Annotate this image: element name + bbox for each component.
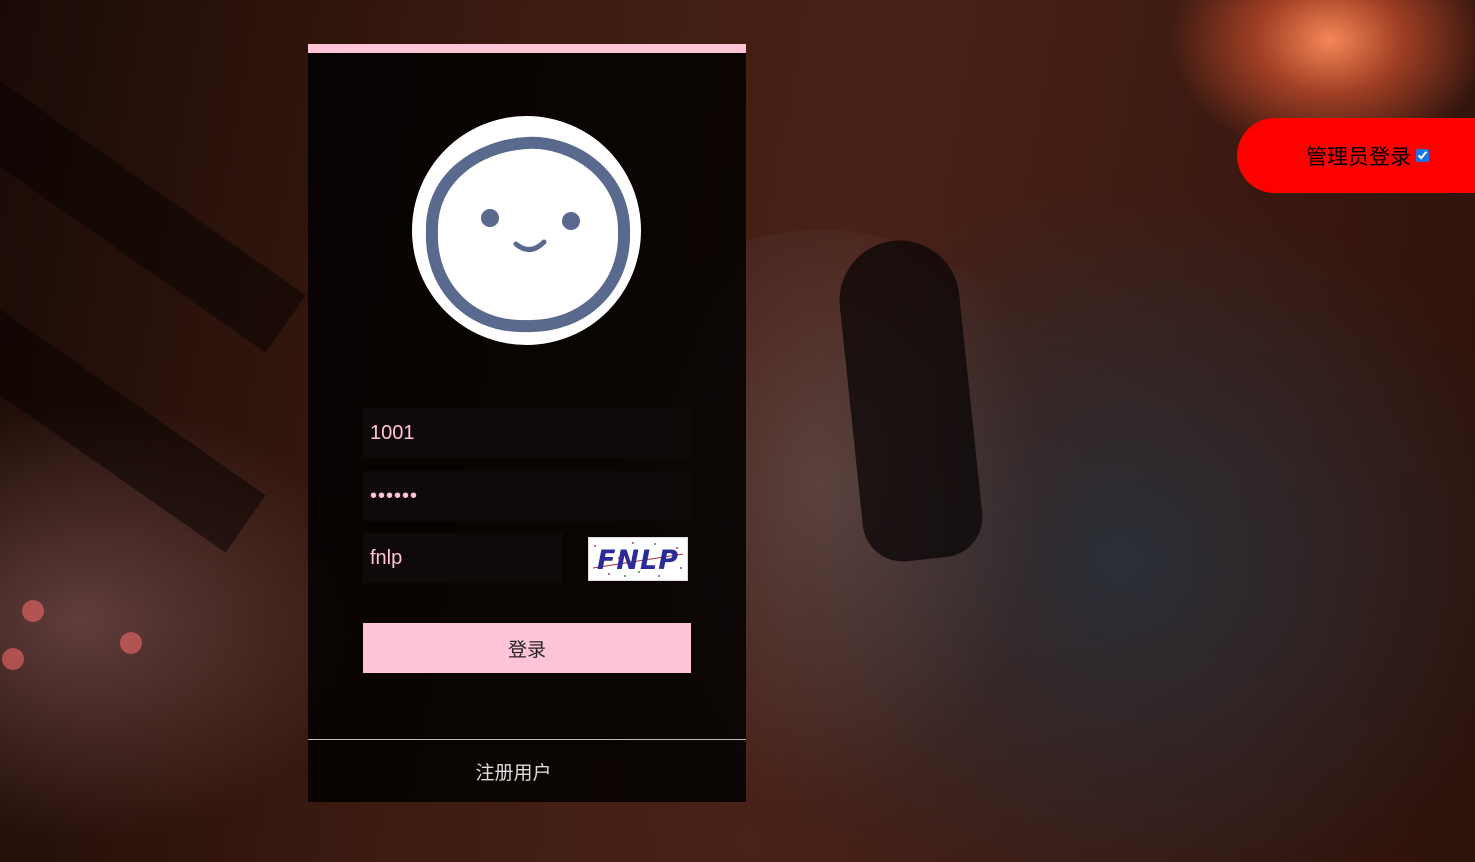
register-link[interactable]: 注册用户 — [308, 758, 719, 785]
divider — [308, 739, 746, 740]
captcha-image[interactable]: FNLP — [588, 537, 688, 581]
captcha-input[interactable] — [363, 533, 563, 583]
background-decoration — [0, 77, 306, 353]
admin-login-checkbox[interactable] — [1416, 149, 1429, 162]
admin-login-toggle[interactable]: 管理员登录 — [1237, 118, 1475, 193]
login-panel: FNLP 登录 注册用户 — [308, 44, 746, 802]
username-input[interactable] — [363, 408, 691, 458]
admin-login-label: 管理员登录 — [1306, 144, 1411, 169]
background-decoration — [22, 600, 44, 622]
password-input[interactable] — [363, 471, 691, 521]
smiley-face-icon — [425, 136, 631, 333]
avatar — [412, 116, 641, 345]
login-button[interactable]: 登录 — [363, 623, 691, 673]
background-decoration — [2, 648, 24, 670]
captcha-text: FNLP — [597, 545, 679, 576]
background-decoration — [120, 632, 142, 654]
